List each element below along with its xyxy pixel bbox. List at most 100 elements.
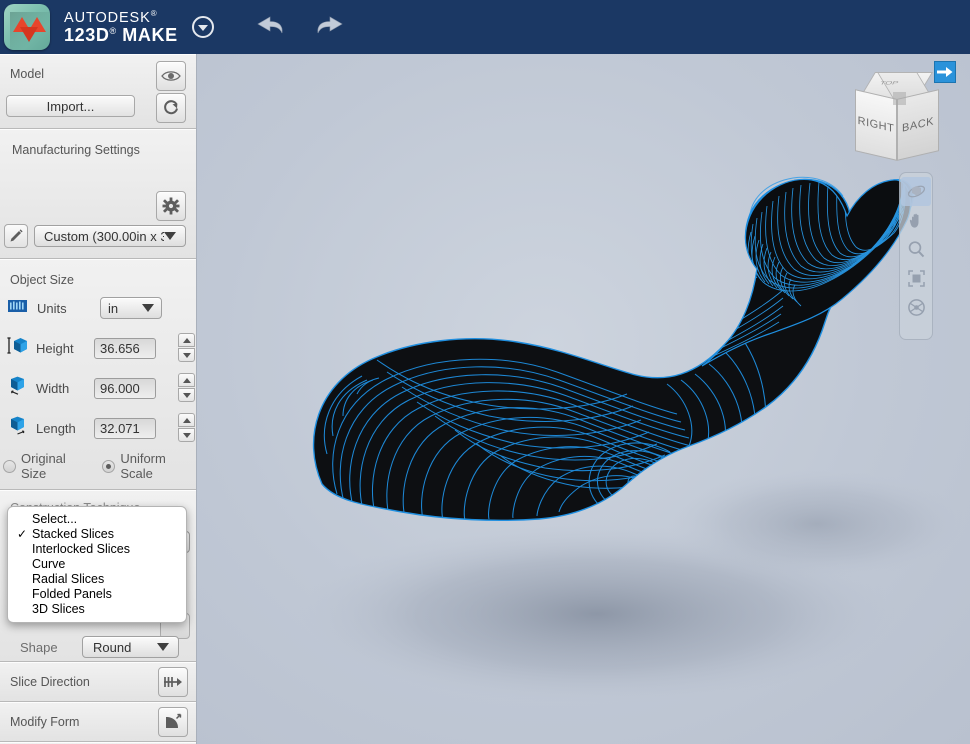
dropdown-check-icon: ✓ xyxy=(17,527,28,541)
original-size-label: Original Size xyxy=(21,451,66,481)
panel-model-title: Model xyxy=(10,67,45,81)
panel-slice-direction[interactable]: Slice Direction xyxy=(0,662,196,702)
dropdown-item-label: Curve xyxy=(32,557,66,571)
material-select[interactable]: Custom (300.00in x 3... xyxy=(34,225,186,247)
original-size-radio[interactable] xyxy=(3,459,16,473)
width-cube-icon xyxy=(7,376,29,400)
dropdown-item[interactable]: Folded Panels xyxy=(8,587,186,602)
width-decrement-button[interactable] xyxy=(178,388,195,402)
panel-model: Model Import... xyxy=(0,54,196,129)
slice-direction-icon xyxy=(164,677,182,687)
length-input[interactable] xyxy=(94,417,156,439)
steering-wheel-tool[interactable] xyxy=(901,293,931,322)
undo-arrow-icon xyxy=(257,15,283,33)
units-row: Units in xyxy=(0,293,196,323)
fit-frame-icon xyxy=(907,270,925,287)
height-row: Height xyxy=(0,333,196,363)
zoom-tool[interactable] xyxy=(901,235,931,264)
gear-icon xyxy=(162,197,180,215)
dropdown-item[interactable]: Select... xyxy=(8,512,186,527)
height-input[interactable] xyxy=(94,337,156,359)
undo-button[interactable] xyxy=(256,13,290,42)
brand-wordmark: AUTODESK® 123D® MAKE xyxy=(64,8,178,45)
material-select-value: Custom (300.00in x 3... xyxy=(44,228,164,244)
brand-registered-mark-2: ® xyxy=(109,25,117,36)
shape-row: Shape Round xyxy=(0,633,196,661)
chevron-down-icon[interactable] xyxy=(191,16,214,38)
length-increment-button[interactable] xyxy=(178,413,195,427)
dropdown-item[interactable]: Curve xyxy=(8,557,186,572)
left-sidebar: Model Import... Manufacturing Settings C… xyxy=(0,54,197,744)
viewport-canvas[interactable]: TOP RIGHT BACK xyxy=(197,54,970,744)
model-shadow-tail xyxy=(667,469,967,579)
chevron-down-icon xyxy=(164,232,176,240)
model-visibility-button[interactable] xyxy=(156,61,186,91)
magnifier-icon xyxy=(908,241,924,258)
pan-tool[interactable] xyxy=(901,206,931,235)
panel-modify-form[interactable]: Modify Form xyxy=(0,702,196,742)
length-row: Length xyxy=(0,413,196,443)
dropdown-item[interactable]: ✓ Stacked Slices xyxy=(8,527,186,542)
scale-mode-row: Original Size Uniform Scale xyxy=(0,451,196,481)
view-cube-top-label: TOP xyxy=(878,80,900,86)
view-cube[interactable]: TOP RIGHT BACK xyxy=(852,72,942,162)
edit-material-button[interactable] xyxy=(4,224,28,248)
uniform-scale-label: Uniform Scale xyxy=(120,451,166,481)
steering-wheel-icon xyxy=(907,299,925,316)
dropdown-item-label: Select... xyxy=(32,512,78,526)
model-refresh-button[interactable] xyxy=(156,93,186,123)
length-decrement-button[interactable] xyxy=(178,428,195,442)
uniform-scale-radio[interactable] xyxy=(102,459,116,473)
panel-manufacturing-settings: Manufacturing Settings Custom (300.00in … xyxy=(0,129,196,259)
units-select[interactable]: in xyxy=(100,297,162,319)
title-bar: AUTODESK® 123D® MAKE xyxy=(0,0,970,54)
panel-slice-direction-title: Slice Direction xyxy=(10,675,90,689)
view-cube-right-face[interactable]: RIGHT xyxy=(855,89,897,161)
modify-form-button[interactable] xyxy=(158,707,188,737)
dropdown-item-label: Folded Panels xyxy=(32,587,112,601)
history-controls xyxy=(256,13,344,42)
panel-object-size: Object Size Units in Height 36.656 Width… xyxy=(0,259,196,490)
zoom-extents-tool[interactable] xyxy=(901,264,931,293)
ruler-icon xyxy=(8,299,27,318)
brand-line-2-tail: MAKE xyxy=(122,24,178,45)
import-button[interactable]: Import... xyxy=(6,95,135,117)
width-input[interactable] xyxy=(94,377,156,399)
slice-direction-button[interactable] xyxy=(158,667,188,697)
shape-select[interactable]: Round xyxy=(82,636,179,658)
height-cube-icon xyxy=(7,336,29,360)
view-cube-corner-handle[interactable] xyxy=(893,92,906,105)
hand-icon xyxy=(909,213,918,228)
refresh-icon xyxy=(164,100,178,115)
orbit-tool[interactable] xyxy=(901,177,931,206)
chevron-down-icon xyxy=(157,643,169,651)
eye-icon xyxy=(161,71,181,81)
width-row: Width xyxy=(0,373,196,403)
height-decrement-button[interactable] xyxy=(178,348,195,362)
brand-line-1: AUTODESK xyxy=(64,9,151,26)
dropdown-item[interactable]: Radial Slices xyxy=(8,572,186,587)
view-cube-right-label: BACK xyxy=(902,115,934,135)
manufacturing-settings-button[interactable] xyxy=(156,191,186,221)
pencil-icon xyxy=(10,229,23,242)
redo-button[interactable] xyxy=(310,13,344,42)
width-increment-button[interactable] xyxy=(178,373,195,387)
dropdown-item-label: Radial Slices xyxy=(32,572,105,586)
construction-technique-dropdown-menu[interactable]: Select... ✓ Stacked Slices Interlocked S… xyxy=(7,506,187,623)
height-increment-button[interactable] xyxy=(178,333,195,347)
autodesk-123d-make-app-icon xyxy=(4,4,50,50)
dropdown-item[interactable]: 3D Slices xyxy=(8,602,186,617)
width-stepper[interactable] xyxy=(178,373,195,403)
height-label: Height xyxy=(36,340,74,356)
width-label: Width xyxy=(36,380,70,396)
length-label: Length xyxy=(36,420,76,436)
orbit-icon xyxy=(907,185,925,198)
length-stepper[interactable] xyxy=(178,413,195,443)
app-window: AUTODESK® 123D® MAKE Model Import... Man… xyxy=(0,0,970,744)
dropdown-item-label: Interlocked Slices xyxy=(32,542,130,556)
height-stepper[interactable] xyxy=(178,333,195,363)
brand-registered-mark-1: ® xyxy=(150,8,158,18)
shape-select-value: Round xyxy=(93,639,132,655)
brand-line-2: 123D xyxy=(64,24,110,45)
dropdown-item[interactable]: Interlocked Slices xyxy=(8,542,186,557)
